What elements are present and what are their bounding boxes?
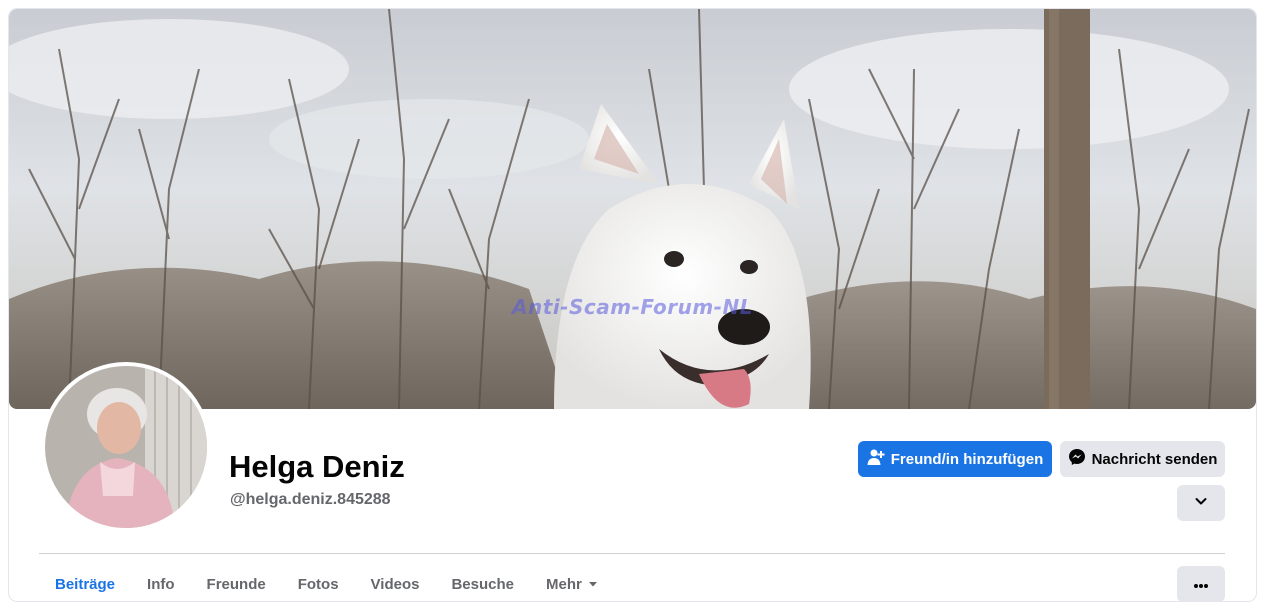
more-options-button[interactable] [1177,566,1225,601]
cover-photo[interactable]: Anti-Scam-Forum-NL [9,9,1256,409]
profile-name: Helga Deniz [229,449,405,484]
send-message-button[interactable]: Nachricht senden [1060,441,1225,477]
tab-more-label: Mehr [546,575,582,593]
tab-check-ins[interactable]: Besuche [435,566,530,601]
send-message-label: Nachricht senden [1091,450,1218,468]
tab-info[interactable]: Info [131,566,191,601]
tab-photos-label: Fotos [297,575,339,593]
tab-videos-label: Videos [370,575,420,593]
profile-handle: @helga.deniz.845288 [230,491,391,508]
profile-avatar[interactable] [41,362,211,532]
profile-options-dropdown[interactable] [1177,485,1225,521]
tab-check-ins-label: Besuche [451,575,514,593]
tab-friends[interactable]: Freunde [191,566,282,601]
messenger-icon [1068,448,1086,470]
person-plus-icon [867,448,885,470]
tab-photos[interactable]: Fotos [282,566,355,601]
add-friend-button[interactable]: Freund/in hinzufügen [858,441,1052,477]
tab-posts-label: Beiträge [55,575,116,593]
tab-friends-label: Freunde [206,575,266,593]
caret-down-icon [588,576,598,593]
tab-info-label: Info [147,575,175,593]
profile-tabs: Beiträge Info Freunde Fotos Videos Besuc… [39,566,614,601]
add-friend-label: Freund/in hinzufügen [890,450,1044,468]
tabs-divider [39,553,1225,554]
avatar-image [45,366,207,528]
cover-image [9,9,1256,409]
profile-page: Anti-Scam-Forum-NL Helga Deniz @helga.de… [9,9,1256,601]
tab-videos[interactable]: Videos [355,566,436,601]
chevron-down-icon [1194,494,1208,512]
ellipsis-icon [1193,576,1209,593]
tab-posts[interactable]: Beiträge [39,566,131,601]
watermark-text: Anti-Scam-Forum-NL [512,295,753,319]
tab-more[interactable]: Mehr [530,566,614,601]
